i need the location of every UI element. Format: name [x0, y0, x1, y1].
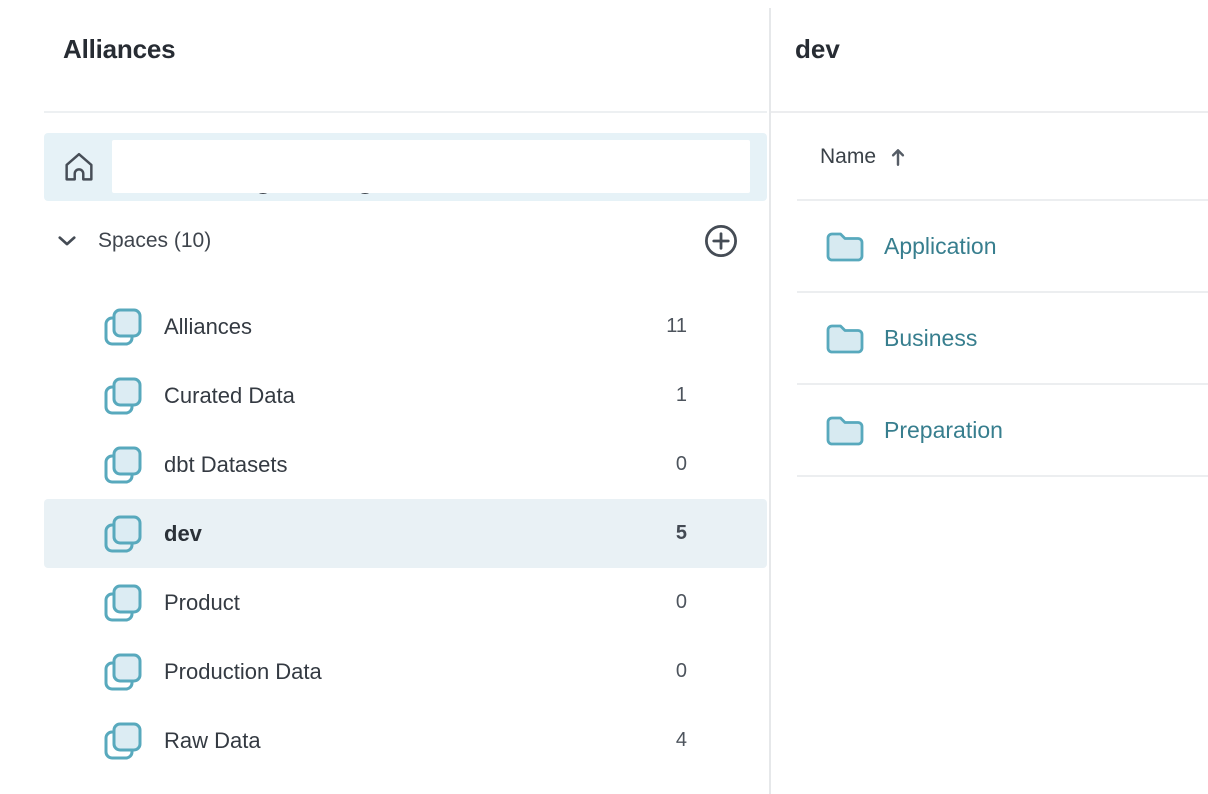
space-count: 0 — [676, 453, 687, 476]
folder-row-application[interactable]: Application — [797, 201, 1208, 293]
home-row[interactable] — [44, 133, 767, 201]
space-count: 11 — [666, 315, 687, 338]
space-name: dev — [164, 521, 202, 547]
space-row-raw-data[interactable]: Raw Data 4 — [44, 706, 767, 775]
space-row-alliances[interactable]: Alliances 11 — [44, 292, 767, 361]
chevron-down-icon[interactable] — [58, 236, 76, 246]
space-row-product[interactable]: Product 0 — [44, 568, 767, 637]
space-name: dbt Datasets — [164, 452, 288, 478]
folder-icon — [825, 229, 865, 263]
space-name: Curated Data — [164, 383, 295, 409]
arrow-up-icon — [890, 147, 906, 167]
space-name: Product — [164, 590, 240, 616]
space-row-dbt-datasets[interactable]: dbt Datasets 0 — [44, 430, 767, 499]
folder-icon — [825, 321, 865, 355]
space-icon — [101, 650, 145, 694]
folder-link[interactable]: Application — [884, 233, 997, 260]
space-icon — [101, 374, 145, 418]
redacted-label-overlay — [112, 140, 750, 193]
spaces-list: Alliances 11 Curated Data 1 dbt Datasets… — [44, 292, 767, 775]
space-row-dev[interactable]: dev 5 — [44, 499, 767, 568]
space-icon — [101, 443, 145, 487]
sidebar-divider — [44, 111, 767, 113]
space-icon — [101, 512, 145, 556]
folder-list: Application Business Preparation — [797, 201, 1208, 477]
page-title: dev — [795, 34, 840, 65]
space-count: 4 — [676, 729, 687, 752]
space-count: 0 — [676, 591, 687, 614]
space-name: Raw Data — [164, 728, 261, 754]
folder-link[interactable]: Preparation — [884, 417, 1003, 444]
app-window: Alliances Spaces (10) — [0, 0, 1208, 794]
folder-row-business[interactable]: Business — [797, 293, 1208, 385]
space-row-production-data[interactable]: Production Data 0 — [44, 637, 767, 706]
sidebar: Alliances Spaces (10) — [0, 0, 769, 794]
content-divider — [771, 111, 1208, 113]
home-icon — [60, 148, 98, 186]
space-icon — [101, 305, 145, 349]
plus-circle-icon — [703, 223, 739, 259]
sidebar-title: Alliances — [63, 34, 175, 65]
space-row-curated-data[interactable]: Curated Data 1 — [44, 361, 767, 430]
column-label: Name — [820, 145, 876, 169]
space-count: 5 — [676, 522, 687, 545]
content-panel: dev Name Application Busine — [771, 0, 1208, 794]
space-name: Alliances — [164, 314, 252, 340]
space-icon — [101, 581, 145, 625]
folder-link[interactable]: Business — [884, 325, 977, 352]
folder-icon — [825, 413, 865, 447]
space-icon — [101, 719, 145, 763]
add-space-button[interactable] — [703, 223, 739, 259]
spaces-section-header: Spaces (10) — [44, 210, 767, 272]
space-count: 0 — [676, 660, 687, 683]
space-name: Production Data — [164, 659, 322, 685]
space-count: 1 — [676, 384, 687, 407]
folder-row-preparation[interactable]: Preparation — [797, 385, 1208, 477]
spaces-section-label: Spaces (10) — [98, 229, 211, 253]
column-header-name[interactable]: Name — [820, 136, 906, 178]
